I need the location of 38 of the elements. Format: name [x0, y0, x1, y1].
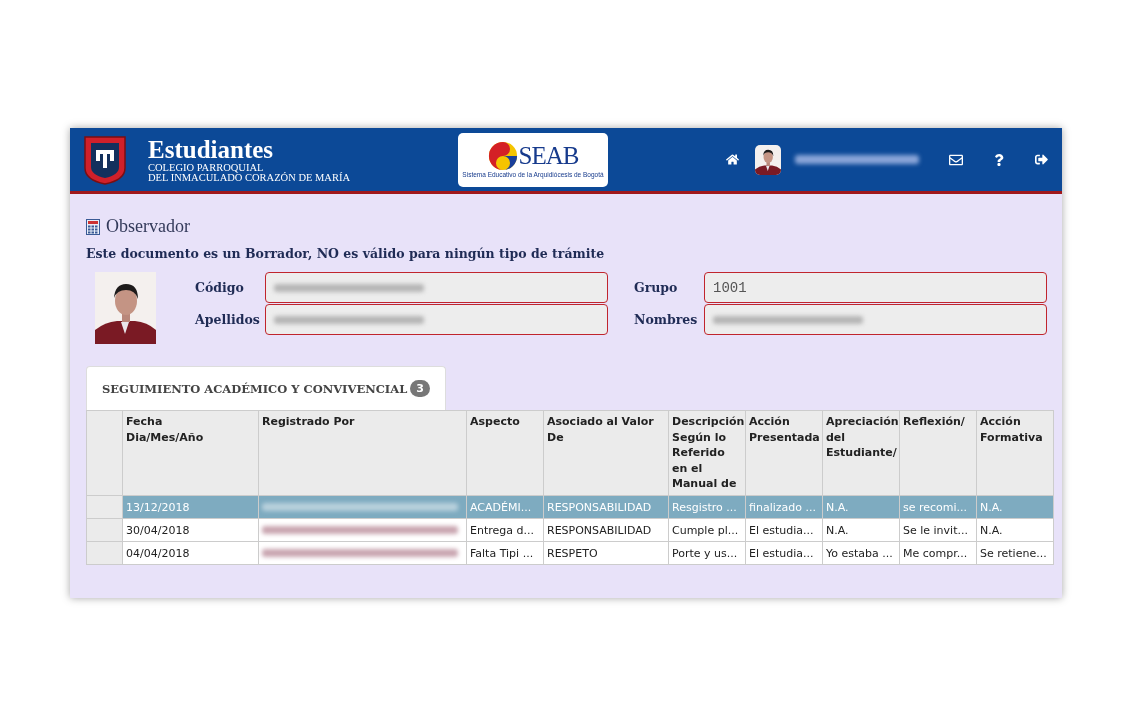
table-cell: 30/04/2018: [122, 518, 259, 542]
field-label: Grupo: [634, 280, 679, 295]
column-header[interactable]: Reflexión/: [899, 410, 977, 496]
draft-notice: Este documento es un Borrador, NO es válido para ningún tipo de trámite: [86, 246, 606, 261]
app-title: Estudiantes: [148, 136, 275, 163]
help-icon[interactable]: [993, 153, 1005, 166]
column-header[interactable]: Apreciación del Estudiante/: [822, 410, 900, 496]
partner-name: SEAB: [518, 143, 579, 169]
calculator-icon: [86, 218, 100, 235]
column-header[interactable]: Aspecto: [466, 410, 544, 496]
swirl-logo-icon: [487, 141, 518, 171]
column-header[interactable]: Acción Presentada: [745, 410, 823, 496]
column-header[interactable]: Asociado al Valor De: [543, 410, 669, 496]
column-header[interactable]: Fecha Dia/Mes/Año: [122, 410, 259, 496]
mail-icon[interactable]: [949, 152, 963, 167]
school-name: COLEGIO PARROQUIAL: [148, 162, 264, 173]
field-label: Código: [195, 280, 245, 295]
text-field[interactable]: [265, 304, 608, 335]
school-name: DEL INMACULADO CORAZÓN DE MARÍA: [148, 172, 352, 183]
count-badge: 3: [410, 380, 430, 397]
shield-logo-icon: [82, 133, 128, 186]
table-cell: 13/12/2018: [122, 495, 259, 519]
home-icon[interactable]: [726, 153, 739, 166]
field-label: Nombres: [634, 312, 699, 327]
table-cell: 04/04/2018: [122, 541, 259, 565]
logout-icon[interactable]: [1035, 153, 1048, 166]
column-header[interactable]: Registrado Por: [258, 410, 467, 496]
tab[interactable]: SEGUIMIENTO ACADÉMICO Y CONVIVENCIAL 3: [86, 366, 446, 410]
table-cell: RESPONSABILIDAD: [543, 518, 669, 542]
text-field[interactable]: 1001: [704, 272, 1047, 303]
column-header[interactable]: Acción Formativa: [976, 410, 1054, 496]
column-header[interactable]: Descripción Según lo Referido en el Manual de: [668, 410, 746, 496]
text-field[interactable]: [704, 304, 1047, 335]
page-title: Observador: [106, 216, 190, 237]
text-field[interactable]: [265, 272, 608, 303]
table-cell: RESPETO: [543, 541, 669, 565]
field-label: Apellidos: [195, 312, 261, 327]
table-cell: RESPONSABILIDAD: [543, 495, 669, 519]
